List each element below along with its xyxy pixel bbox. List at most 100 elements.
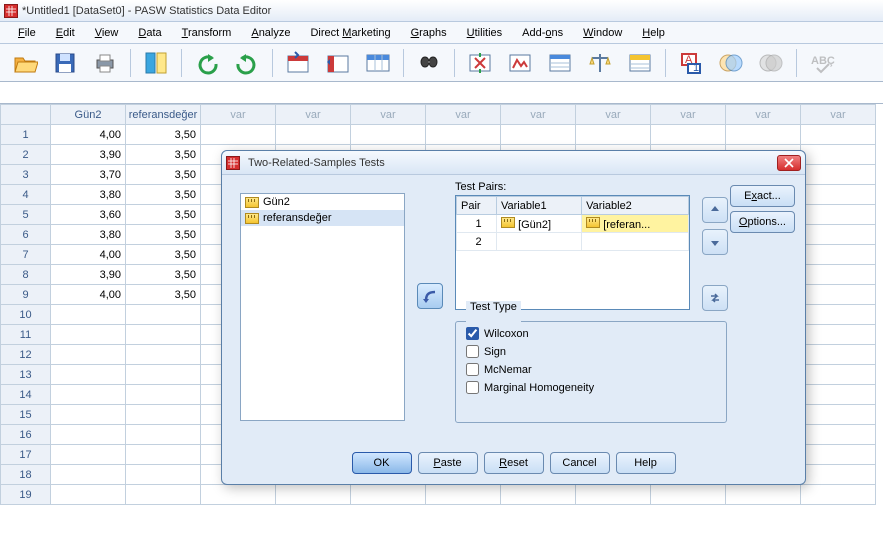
cell[interactable] — [801, 385, 876, 405]
column-header[interactable]: var — [201, 105, 276, 125]
cell[interactable] — [801, 445, 876, 465]
mcnemar-checkbox[interactable]: McNemar — [466, 363, 716, 376]
row-number[interactable]: 15 — [1, 405, 51, 425]
cell[interactable] — [801, 305, 876, 325]
row-number[interactable]: 3 — [1, 165, 51, 185]
row-number[interactable]: 7 — [1, 245, 51, 265]
menu-utilities[interactable]: Utilities — [457, 24, 512, 42]
balance-icon[interactable] — [585, 48, 615, 78]
cell[interactable] — [801, 185, 876, 205]
cell[interactable] — [576, 485, 651, 505]
cell[interactable] — [426, 485, 501, 505]
reset-button[interactable]: Reset — [484, 452, 544, 474]
cell[interactable] — [801, 425, 876, 445]
cell[interactable] — [801, 325, 876, 345]
column-header[interactable]: var — [426, 105, 501, 125]
cell[interactable] — [51, 485, 126, 505]
swap-button[interactable] — [702, 285, 728, 311]
cell[interactable]: 3,80 — [51, 225, 126, 245]
menu-addons[interactable]: Add-ons — [512, 24, 573, 42]
cell[interactable] — [351, 125, 426, 145]
source-variable-list[interactable]: Gün2 referansdeğer — [240, 193, 405, 421]
cell[interactable] — [801, 125, 876, 145]
cell[interactable] — [126, 325, 201, 345]
cell[interactable] — [126, 465, 201, 485]
sign-checkbox[interactable]: Sign — [466, 345, 716, 358]
table-row[interactable]: 1 [Gün2] [referan... — [457, 215, 689, 233]
column-header[interactable]: referansdeğer — [126, 105, 201, 125]
move-down-button[interactable] — [702, 229, 728, 255]
wilcoxon-checkbox[interactable]: Wilcoxon — [466, 327, 716, 340]
cell[interactable] — [51, 365, 126, 385]
menu-transform[interactable]: Transform — [172, 24, 242, 42]
cell[interactable] — [126, 385, 201, 405]
cell[interactable] — [126, 485, 201, 505]
cell[interactable]: 3,80 — [51, 185, 126, 205]
cell[interactable]: 3,50 — [126, 185, 201, 205]
table-row[interactable]: 2 — [457, 233, 689, 251]
dialog-titlebar[interactable]: Two-Related-Samples Tests — [222, 151, 805, 175]
column-header[interactable]: var — [801, 105, 876, 125]
row-number[interactable]: 19 — [1, 485, 51, 505]
cell[interactable]: 4,00 — [51, 245, 126, 265]
cell[interactable] — [276, 125, 351, 145]
move-right-button[interactable] — [417, 283, 443, 309]
cell[interactable]: 3,90 — [51, 265, 126, 285]
cell[interactable]: 3,50 — [126, 205, 201, 225]
cell[interactable] — [426, 125, 501, 145]
marginal-homogeneity-checkbox[interactable]: Marginal Homogeneity — [466, 381, 716, 394]
cell[interactable] — [126, 305, 201, 325]
label-button-icon[interactable]: A1 — [676, 48, 706, 78]
menu-analyze[interactable]: Analyze — [241, 24, 300, 42]
menu-graphs[interactable]: Graphs — [401, 24, 457, 42]
recall-dialog-icon[interactable] — [141, 48, 171, 78]
table-row[interactable]: 19 — [1, 485, 876, 505]
column-header[interactable]: Gün2 — [51, 105, 126, 125]
cell[interactable] — [801, 265, 876, 285]
variable1-cell[interactable]: [Gün2] — [497, 215, 582, 233]
cell[interactable] — [351, 485, 426, 505]
cell[interactable] — [801, 485, 876, 505]
weight-cases-icon[interactable] — [505, 48, 535, 78]
variable2-cell[interactable] — [582, 233, 689, 251]
select-cases-icon[interactable] — [545, 48, 575, 78]
save-icon[interactable] — [50, 48, 80, 78]
open-icon[interactable] — [10, 48, 40, 78]
menu-window[interactable]: Window — [573, 24, 632, 42]
cell[interactable] — [201, 125, 276, 145]
row-number[interactable]: 11 — [1, 325, 51, 345]
cell[interactable]: 3,50 — [126, 285, 201, 305]
row-number[interactable]: 1 — [1, 125, 51, 145]
row-number[interactable]: 4 — [1, 185, 51, 205]
row-number[interactable]: 6 — [1, 225, 51, 245]
column-header[interactable]: var — [501, 105, 576, 125]
menu-help[interactable]: Help — [632, 24, 675, 42]
row-number[interactable]: 12 — [1, 345, 51, 365]
row-number[interactable]: 18 — [1, 465, 51, 485]
menu-file[interactable]: File — [8, 24, 46, 42]
cell[interactable] — [501, 485, 576, 505]
cell[interactable]: 3,50 — [126, 265, 201, 285]
row-number[interactable]: 13 — [1, 365, 51, 385]
variables-icon[interactable] — [363, 48, 393, 78]
cell[interactable] — [201, 485, 276, 505]
cell[interactable]: 3,90 — [51, 145, 126, 165]
paste-button[interactable]: Paste — [418, 452, 478, 474]
cell[interactable]: 3,50 — [126, 125, 201, 145]
cell[interactable]: 3,50 — [126, 145, 201, 165]
redo-icon[interactable] — [232, 48, 262, 78]
cell[interactable] — [651, 485, 726, 505]
use-sets-icon[interactable] — [716, 48, 746, 78]
cell[interactable] — [801, 285, 876, 305]
cell[interactable] — [126, 405, 201, 425]
test-pairs-table[interactable]: Pair Variable1 Variable2 1 [Gün2] [refer… — [455, 195, 690, 310]
row-number[interactable]: 14 — [1, 385, 51, 405]
cell[interactable] — [51, 345, 126, 365]
mcnemar-input[interactable] — [466, 363, 479, 376]
variable2-cell[interactable]: [referan... — [582, 215, 689, 233]
marginal-input[interactable] — [466, 381, 479, 394]
list-item[interactable]: referansdeğer — [241, 210, 404, 226]
row-number[interactable]: 16 — [1, 425, 51, 445]
cell[interactable] — [801, 205, 876, 225]
cell[interactable]: 4,00 — [51, 125, 126, 145]
